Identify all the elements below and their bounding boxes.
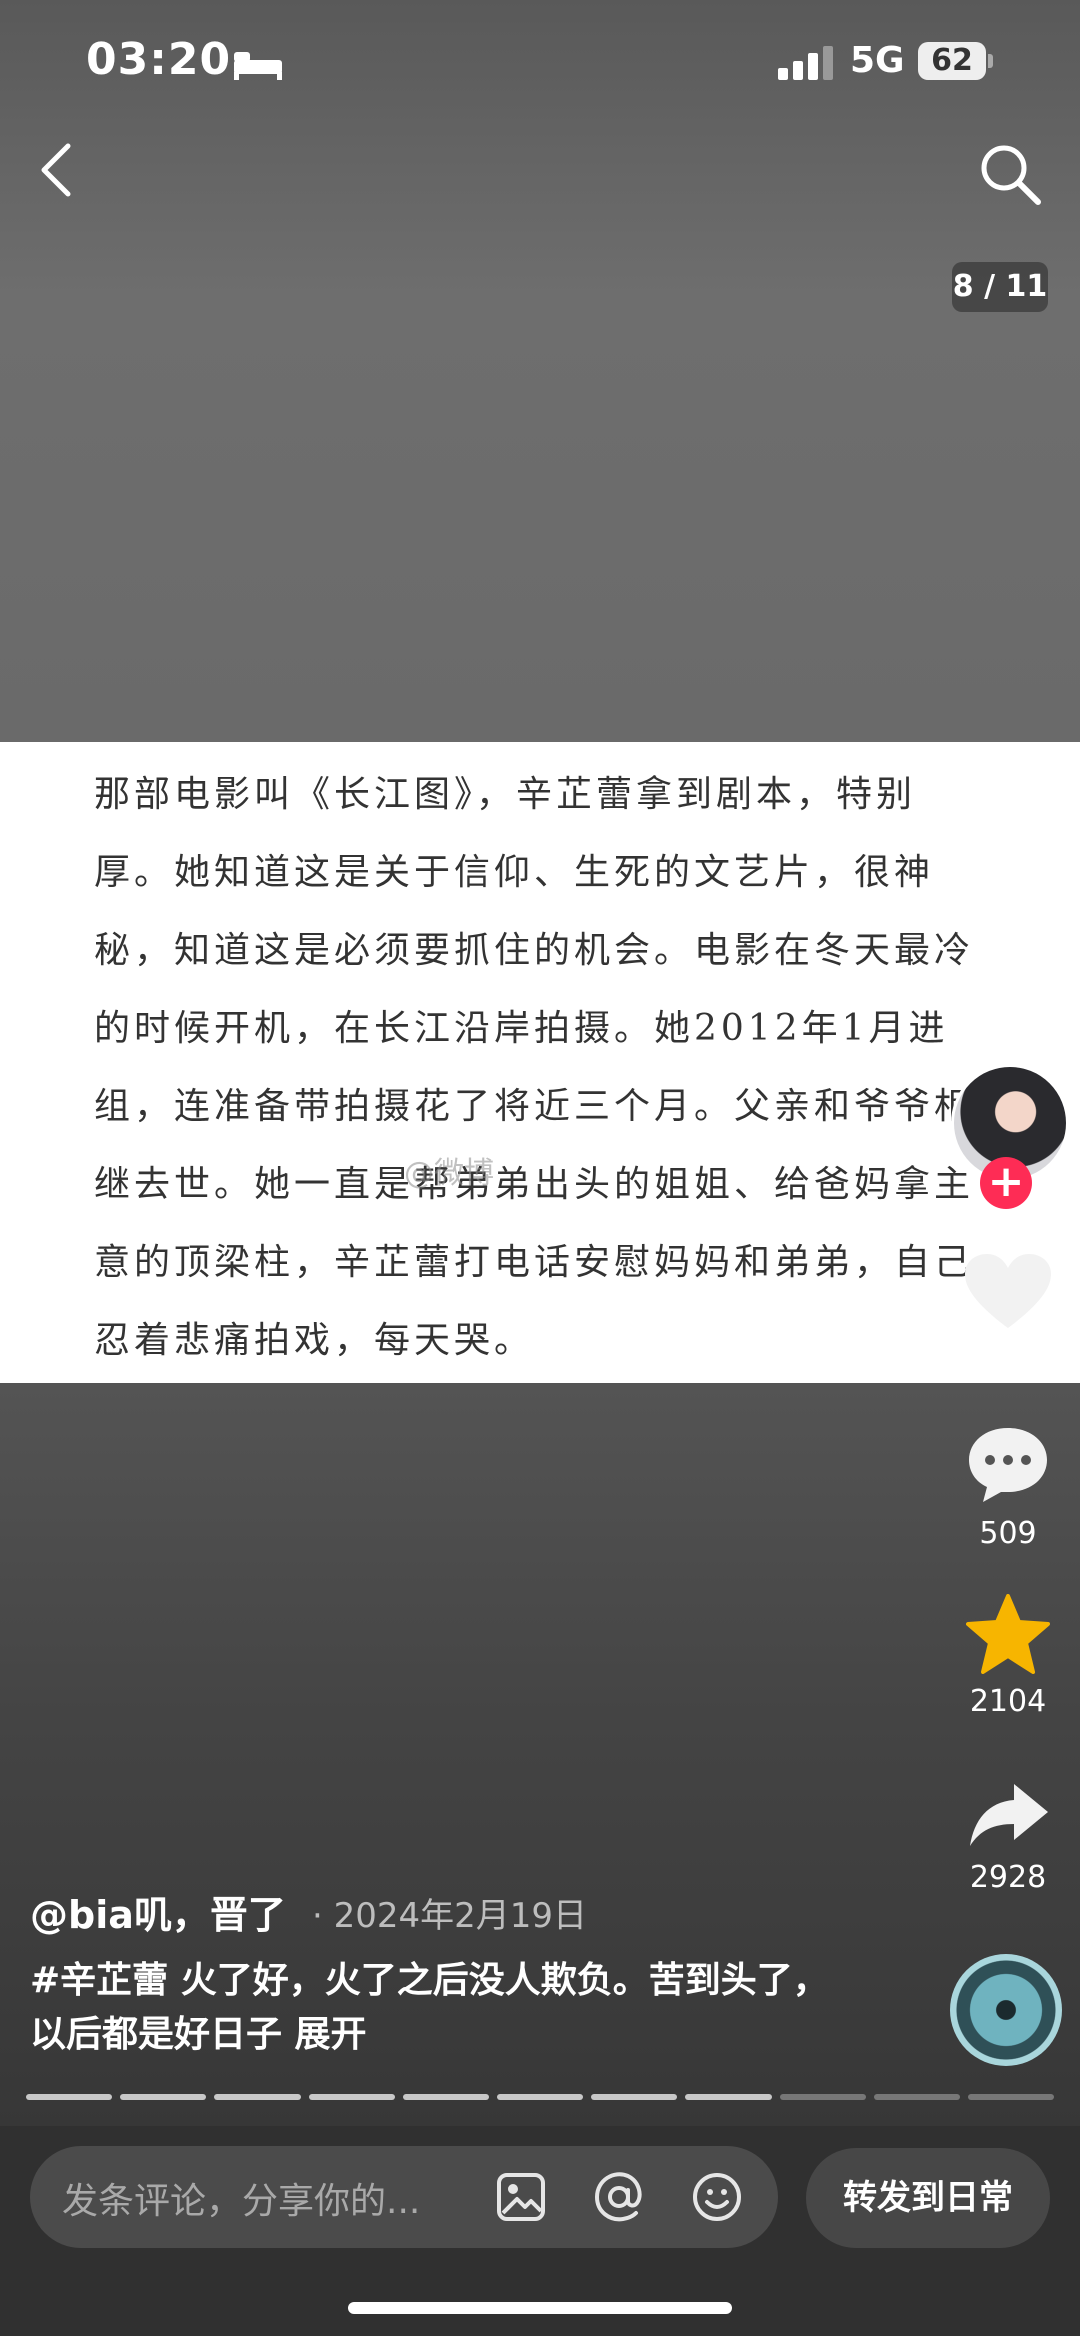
article-text: 那部电影叫《长江图》，辛芷蕾拿到剧本，特别厚。她知道这是关于信仰、生死的文艺片，… [94, 774, 975, 1361]
mention-icon[interactable] [592, 2170, 646, 2224]
progress-segment [214, 2094, 301, 2100]
battery-nub [988, 54, 993, 68]
heart-icon [965, 1254, 1051, 1328]
bed-icon [234, 52, 282, 80]
progress-segment [873, 2094, 960, 2100]
image-top-background [0, 0, 1080, 742]
like-button[interactable] [958, 1252, 1058, 1336]
progress-segment [779, 2094, 866, 2100]
home-indicator [348, 2302, 732, 2314]
back-icon[interactable] [36, 140, 76, 200]
favorite-button[interactable]: 2104 [958, 1594, 1058, 1719]
image-icon[interactable] [494, 2170, 548, 2224]
status-time: 03:20 [86, 34, 232, 85]
favorites-count: 2104 [969, 1684, 1047, 1719]
progress-segment [967, 2094, 1055, 2100]
share-button[interactable]: 2928 [958, 1780, 1058, 1895]
progress-segment [402, 2094, 489, 2100]
music-disc[interactable] [950, 1954, 1062, 2066]
emoji-icon[interactable] [690, 2170, 744, 2224]
progress-segment [26, 2094, 113, 2100]
post-date: · 2024年2月19日 [312, 1896, 588, 1936]
network-type: 5G [850, 40, 905, 81]
article-panel: 那部电影叫《长江图》，辛芷蕾拿到剧本，特别厚。她知道这是关于信仰、生死的文艺片，… [0, 742, 1080, 1383]
share-to-daily-button[interactable]: 转发到日常 [806, 2148, 1050, 2248]
progress-segment [308, 2094, 395, 2100]
progress-segment [120, 2094, 207, 2100]
comment-icon [969, 1428, 1047, 1502]
author-name[interactable]: @bia叽，晋了 [30, 1884, 286, 1939]
watermark: @微博 [404, 1156, 494, 1191]
progress-segment [591, 2094, 678, 2100]
comment-placeholder: 发条评论，分享你的... [62, 2181, 421, 2222]
page-counter: 8 / 11 [952, 262, 1048, 312]
battery-icon: 62 [918, 42, 986, 80]
comment-button[interactable]: 509 [958, 1424, 1058, 1551]
shares-count: 2928 [969, 1860, 1047, 1895]
comment-input[interactable]: 发条评论，分享你的... [30, 2146, 778, 2248]
post-caption[interactable]: #辛芷蕾 火了好，火了之后没人欺负。苦到头了，以后都是好日子 展开 [30, 1954, 830, 2062]
share-icon [970, 1784, 1048, 1846]
star-icon [966, 1594, 1050, 1674]
follow-button[interactable]: + [980, 1157, 1032, 1209]
progress-segment [496, 2094, 584, 2100]
search-icon[interactable] [976, 140, 1044, 208]
progress-segment [685, 2094, 772, 2100]
comments-count: 509 [979, 1516, 1037, 1551]
image-progress [26, 2094, 1055, 2100]
signal-icon [778, 44, 834, 80]
